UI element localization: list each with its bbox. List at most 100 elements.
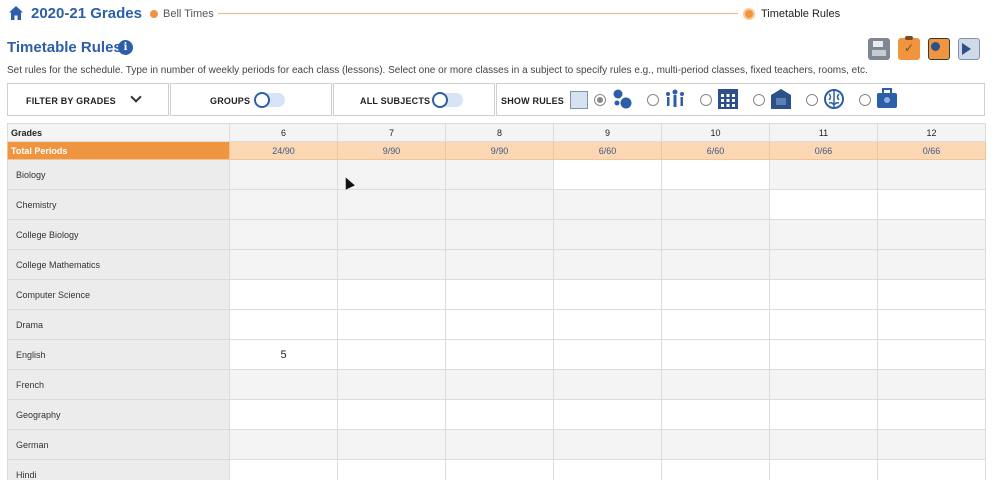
room-icon[interactable] xyxy=(770,88,792,110)
periods-cell[interactable] xyxy=(445,459,554,480)
periods-cell[interactable] xyxy=(445,399,554,430)
periods-cell[interactable] xyxy=(877,369,986,400)
periods-cell[interactable] xyxy=(877,279,986,310)
periods-cell[interactable] xyxy=(661,219,770,250)
rule-radio-calendar[interactable] xyxy=(700,94,712,106)
periods-cell[interactable] xyxy=(337,459,446,480)
subject-name[interactable]: Hindi xyxy=(7,459,230,480)
step-bell-times[interactable]: Bell Times xyxy=(163,8,214,20)
balls-icon[interactable] xyxy=(611,88,633,110)
periods-cell[interactable] xyxy=(877,459,986,480)
step-timetable-rules[interactable]: Timetable Rules xyxy=(761,8,840,20)
periods-cell[interactable] xyxy=(229,159,338,190)
periods-cell[interactable] xyxy=(337,369,446,400)
periods-cell[interactable] xyxy=(337,249,446,280)
periods-cell[interactable] xyxy=(769,279,878,310)
periods-cell[interactable] xyxy=(229,399,338,430)
subject-name[interactable]: French xyxy=(7,369,230,400)
periods-cell[interactable] xyxy=(229,369,338,400)
periods-cell[interactable] xyxy=(661,249,770,280)
periods-cell[interactable] xyxy=(445,189,554,220)
all-subjects-toggle[interactable] xyxy=(432,92,463,108)
periods-cell[interactable] xyxy=(553,279,662,310)
periods-cell[interactable] xyxy=(769,249,878,280)
periods-cell[interactable] xyxy=(661,459,770,480)
periods-cell[interactable] xyxy=(553,309,662,340)
app-title[interactable]: 2020-21 Grades xyxy=(31,5,142,22)
periods-cell[interactable] xyxy=(661,279,770,310)
home-icon[interactable] xyxy=(8,5,24,21)
periods-cell[interactable] xyxy=(553,159,662,190)
periods-cell[interactable] xyxy=(553,459,662,480)
save-icon[interactable] xyxy=(868,38,890,60)
periods-cell[interactable] xyxy=(229,279,338,310)
periods-cell[interactable] xyxy=(337,429,446,460)
step-dot-timetable-rules[interactable] xyxy=(743,8,755,20)
periods-cell[interactable] xyxy=(445,279,554,310)
subject-name[interactable]: Chemistry xyxy=(7,189,230,220)
periods-cell[interactable] xyxy=(769,339,878,370)
subject-name[interactable]: German xyxy=(7,429,230,460)
periods-cell[interactable] xyxy=(769,369,878,400)
periods-cell[interactable] xyxy=(661,369,770,400)
rule-radio-people[interactable] xyxy=(647,94,659,106)
subject-name[interactable]: Geography xyxy=(7,399,230,430)
subject-name[interactable]: English xyxy=(7,339,230,370)
periods-cell[interactable] xyxy=(877,339,986,370)
periods-cell[interactable] xyxy=(553,429,662,460)
periods-cell[interactable] xyxy=(769,429,878,460)
step-dot-bell-times[interactable] xyxy=(150,10,158,18)
periods-cell[interactable] xyxy=(229,249,338,280)
periods-cell[interactable] xyxy=(445,339,554,370)
periods-cell[interactable] xyxy=(553,249,662,280)
periods-cell[interactable] xyxy=(661,429,770,460)
rule-radio-brain[interactable] xyxy=(806,94,818,106)
periods-cell[interactable] xyxy=(553,369,662,400)
periods-cell[interactable] xyxy=(769,309,878,340)
periods-cell[interactable] xyxy=(229,429,338,460)
periods-cell[interactable] xyxy=(445,369,554,400)
rule-radio-balls[interactable] xyxy=(594,94,606,106)
periods-cell[interactable] xyxy=(661,309,770,340)
periods-cell[interactable] xyxy=(229,189,338,220)
rule-radio-kit[interactable] xyxy=(859,94,871,106)
periods-cell[interactable] xyxy=(877,399,986,430)
subject-name[interactable]: Computer Science xyxy=(7,279,230,310)
periods-cell[interactable] xyxy=(769,459,878,480)
people-icon[interactable] xyxy=(664,88,686,110)
grid-icon[interactable] xyxy=(928,38,950,60)
periods-cell[interactable] xyxy=(337,399,446,430)
periods-cell[interactable] xyxy=(877,429,986,460)
calendar-icon[interactable] xyxy=(717,88,739,110)
subject-name[interactable]: College Biology xyxy=(7,219,230,250)
periods-cell[interactable] xyxy=(229,459,338,480)
periods-cell[interactable] xyxy=(445,219,554,250)
periods-cell[interactable] xyxy=(445,249,554,280)
periods-cell[interactable] xyxy=(877,159,986,190)
groups-toggle[interactable] xyxy=(254,92,285,108)
periods-cell[interactable] xyxy=(337,189,446,220)
periods-cell[interactable] xyxy=(769,189,878,220)
periods-cell[interactable] xyxy=(661,399,770,430)
periods-cell[interactable] xyxy=(337,339,446,370)
periods-cell[interactable] xyxy=(445,159,554,190)
periods-cell[interactable] xyxy=(337,219,446,250)
periods-cell[interactable] xyxy=(769,219,878,250)
periods-cell[interactable] xyxy=(661,189,770,220)
periods-cell[interactable] xyxy=(445,429,554,460)
subject-name[interactable]: Biology xyxy=(7,159,230,190)
periods-cell[interactable] xyxy=(877,189,986,220)
periods-cell[interactable] xyxy=(553,189,662,220)
clipboard-check-icon[interactable] xyxy=(898,36,920,60)
periods-cell[interactable] xyxy=(445,309,554,340)
periods-cell[interactable] xyxy=(877,249,986,280)
periods-cell[interactable] xyxy=(229,219,338,250)
periods-cell[interactable] xyxy=(877,219,986,250)
kit-icon[interactable] xyxy=(876,88,898,110)
periods-cell[interactable] xyxy=(337,309,446,340)
subject-name[interactable]: Drama xyxy=(7,309,230,340)
rule-radio-room[interactable] xyxy=(753,94,765,106)
periods-cell[interactable] xyxy=(553,339,662,370)
periods-cell[interactable] xyxy=(661,159,770,190)
periods-cell[interactable] xyxy=(229,309,338,340)
